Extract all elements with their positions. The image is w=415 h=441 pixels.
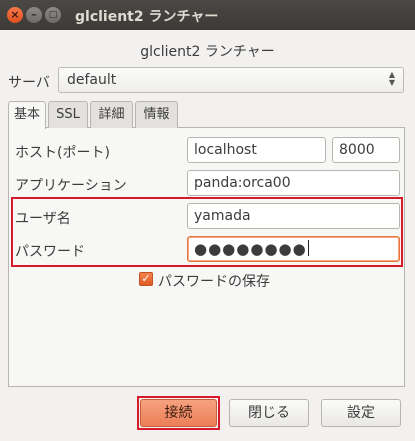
host-label: ホスト(ポート) bbox=[15, 145, 110, 161]
updown-arrows-icon: ▲ ▼ bbox=[388, 70, 395, 87]
maximize-window-icon[interactable]: □ bbox=[45, 7, 61, 23]
text-caret bbox=[307, 240, 309, 256]
save-password-checkbox[interactable]: ✓ bbox=[139, 272, 153, 286]
tab-ssl[interactable]: SSL bbox=[48, 101, 88, 128]
password-label: パスワード bbox=[15, 244, 85, 260]
password-masked-value: ●●●●●●●● bbox=[194, 240, 307, 258]
title-bar: × – □ glclient2 ランチャー bbox=[0, 0, 415, 30]
tab-info[interactable]: 情報 bbox=[135, 101, 178, 128]
username-input[interactable]: yamada bbox=[187, 203, 400, 229]
username-label: ユーザ名 bbox=[15, 211, 71, 227]
application-label: アプリケーション bbox=[15, 178, 127, 194]
port-input[interactable]: 8000 bbox=[332, 137, 400, 163]
settings-button[interactable]: 設定 bbox=[321, 399, 401, 427]
server-selected-value: default bbox=[67, 72, 117, 88]
password-input[interactable]: ●●●●●●●● bbox=[187, 236, 400, 262]
minimize-window-icon[interactable]: – bbox=[26, 7, 42, 23]
save-password-label[interactable]: パスワードの保存 bbox=[158, 271, 270, 291]
host-input[interactable]: localhost bbox=[187, 137, 326, 163]
window-title: glclient2 ランチャー bbox=[75, 9, 219, 25]
tab-advanced[interactable]: 詳細 bbox=[90, 101, 133, 128]
close-window-icon[interactable]: × bbox=[7, 7, 23, 23]
server-select[interactable]: default ▲ ▼ bbox=[58, 67, 404, 93]
dialog-heading: glclient2 ランチャー bbox=[140, 44, 275, 60]
tab-basic[interactable]: 基本 bbox=[8, 101, 46, 129]
connect-button[interactable]: 接続 bbox=[140, 399, 217, 427]
close-button[interactable]: 閉じる bbox=[229, 399, 309, 427]
application-input[interactable]: panda:orca00 bbox=[187, 170, 400, 196]
server-label: サーバ bbox=[8, 75, 50, 91]
